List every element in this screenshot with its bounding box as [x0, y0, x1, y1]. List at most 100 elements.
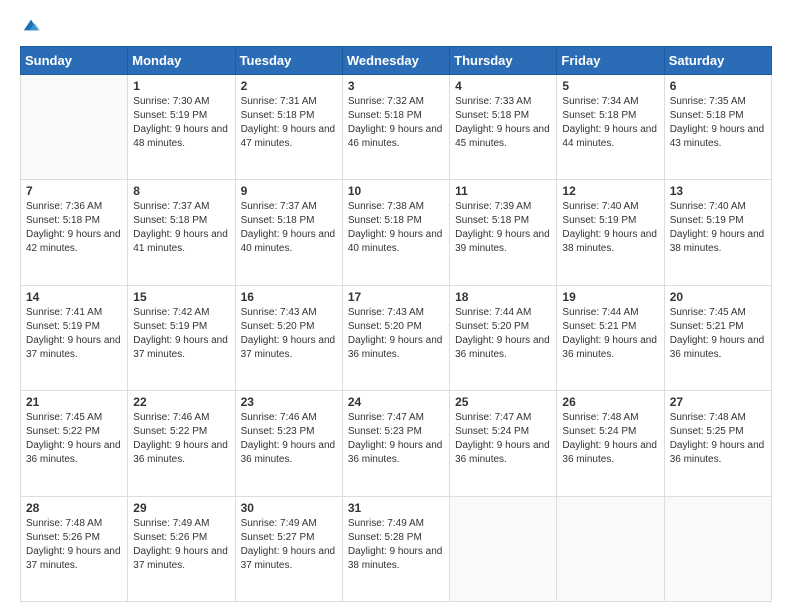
col-tuesday: Tuesday: [235, 47, 342, 75]
day-number: 12: [562, 184, 658, 198]
calendar-day-cell: 31Sunrise: 7:49 AMSunset: 5:28 PMDayligh…: [342, 496, 449, 601]
day-info: Sunrise: 7:36 AMSunset: 5:18 PMDaylight:…: [26, 200, 122, 256]
day-number: 3: [348, 79, 444, 93]
day-info: Sunrise: 7:48 AMSunset: 5:24 PMDaylight:…: [562, 411, 658, 467]
day-info: Sunrise: 7:48 AMSunset: 5:25 PMDaylight:…: [670, 411, 766, 467]
day-info: Sunrise: 7:47 AMSunset: 5:24 PMDaylight:…: [455, 411, 551, 467]
calendar-day-cell: [450, 496, 557, 601]
day-number: 30: [241, 501, 337, 515]
day-info: Sunrise: 7:46 AMSunset: 5:22 PMDaylight:…: [133, 411, 229, 467]
day-info: Sunrise: 7:49 AMSunset: 5:26 PMDaylight:…: [133, 517, 229, 573]
calendar-day-cell: 17Sunrise: 7:43 AMSunset: 5:20 PMDayligh…: [342, 285, 449, 390]
day-number: 20: [670, 290, 766, 304]
day-info: Sunrise: 7:33 AMSunset: 5:18 PMDaylight:…: [455, 95, 551, 151]
calendar-week-row: 28 Sunrise: 7:48 AMSunset: 5:26 PMDayligh…: [21, 496, 772, 601]
calendar-day-cell: [557, 496, 664, 601]
calendar-day-cell: 26 Sunrise: 7:48 AMSunset: 5:24 PMDayligh…: [557, 391, 664, 496]
day-info: Sunrise: 7:31 AMSunset: 5:18 PMDaylight:…: [241, 95, 337, 151]
day-number: 27: [670, 395, 766, 409]
day-info: Sunrise: 7:40 AMSunset: 5:19 PMDaylight:…: [562, 200, 658, 256]
day-number: 29: [133, 501, 229, 515]
day-info: Sunrise: 7:34 AMSunset: 5:18 PMDaylight:…: [562, 95, 658, 151]
calendar-day-cell: 22 Sunrise: 7:46 AMSunset: 5:22 PMDayligh…: [128, 391, 235, 496]
logo: [20, 16, 40, 36]
day-number: 7: [26, 184, 122, 198]
day-info: Sunrise: 7:42 AMSunset: 5:19 PMDaylight:…: [133, 306, 229, 362]
day-number: 17: [348, 290, 444, 304]
calendar-day-cell: 11 Sunrise: 7:39 AMSunset: 5:18 PMDayligh…: [450, 180, 557, 285]
calendar-day-cell: 25 Sunrise: 7:47 AMSunset: 5:24 PMDayligh…: [450, 391, 557, 496]
day-number: 6: [670, 79, 766, 93]
page: Sunday Monday Tuesday Wednesday Thursday…: [0, 0, 792, 612]
day-number: 2: [241, 79, 337, 93]
col-wednesday: Wednesday: [342, 47, 449, 75]
day-info: Sunrise: 7:41 AMSunset: 5:19 PMDaylight:…: [26, 306, 122, 362]
day-info: Sunrise: 7:46 AMSunset: 5:23 PMDaylight:…: [241, 411, 337, 467]
day-info: Sunrise: 7:49 AMSunset: 5:27 PMDaylight:…: [241, 517, 337, 573]
day-info: Sunrise: 7:45 AMSunset: 5:22 PMDaylight:…: [26, 411, 122, 467]
day-number: 1: [133, 79, 229, 93]
calendar-day-cell: 3 Sunrise: 7:32 AMSunset: 5:18 PMDaylight…: [342, 75, 449, 180]
calendar-day-cell: 18 Sunrise: 7:44 AMSunset: 5:20 PMDayligh…: [450, 285, 557, 390]
day-number: 5: [562, 79, 658, 93]
calendar-day-cell: 13Sunrise: 7:40 AMSunset: 5:19 PMDayligh…: [664, 180, 771, 285]
calendar-day-cell: 23 Sunrise: 7:46 AMSunset: 5:23 PMDayligh…: [235, 391, 342, 496]
day-info: Sunrise: 7:39 AMSunset: 5:18 PMDaylight:…: [455, 200, 551, 256]
header: [20, 16, 772, 36]
calendar-week-row: 21 Sunrise: 7:45 AMSunset: 5:22 PMDayligh…: [21, 391, 772, 496]
day-info: Sunrise: 7:30 AMSunset: 5:19 PMDaylight:…: [133, 95, 229, 151]
day-info: Sunrise: 7:44 AMSunset: 5:21 PMDaylight:…: [562, 306, 658, 362]
calendar-day-cell: 16Sunrise: 7:43 AMSunset: 5:20 PMDayligh…: [235, 285, 342, 390]
col-sunday: Sunday: [21, 47, 128, 75]
calendar-day-cell: 29 Sunrise: 7:49 AMSunset: 5:26 PMDayligh…: [128, 496, 235, 601]
day-info: Sunrise: 7:45 AMSunset: 5:21 PMDaylight:…: [670, 306, 766, 362]
calendar-day-cell: 30 Sunrise: 7:49 AMSunset: 5:27 PMDayligh…: [235, 496, 342, 601]
day-number: 4: [455, 79, 551, 93]
day-info: Sunrise: 7:35 AMSunset: 5:18 PMDaylight:…: [670, 95, 766, 151]
calendar-day-cell: 27 Sunrise: 7:48 AMSunset: 5:25 PMDayligh…: [664, 391, 771, 496]
col-monday: Monday: [128, 47, 235, 75]
day-number: 10: [348, 184, 444, 198]
day-info: Sunrise: 7:49 AMSunset: 5:28 PMDaylight:…: [348, 517, 444, 573]
calendar-day-cell: 5 Sunrise: 7:34 AMSunset: 5:18 PMDaylight…: [557, 75, 664, 180]
day-info: Sunrise: 7:32 AMSunset: 5:18 PMDaylight:…: [348, 95, 444, 151]
day-number: 21: [26, 395, 122, 409]
logo-icon: [22, 16, 40, 34]
calendar-day-cell: 7 Sunrise: 7:36 AMSunset: 5:18 PMDaylight…: [21, 180, 128, 285]
calendar-week-row: 14Sunrise: 7:41 AMSunset: 5:19 PMDayligh…: [21, 285, 772, 390]
calendar-week-row: 7 Sunrise: 7:36 AMSunset: 5:18 PMDaylight…: [21, 180, 772, 285]
calendar-day-cell: 12 Sunrise: 7:40 AMSunset: 5:19 PMDayligh…: [557, 180, 664, 285]
calendar-day-cell: 1 Sunrise: 7:30 AMSunset: 5:19 PMDaylight…: [128, 75, 235, 180]
day-number: 19: [562, 290, 658, 304]
day-info: Sunrise: 7:40 AMSunset: 5:19 PMDaylight:…: [670, 200, 766, 256]
day-number: 24: [348, 395, 444, 409]
day-number: 26: [562, 395, 658, 409]
calendar-day-cell: 6 Sunrise: 7:35 AMSunset: 5:18 PMDaylight…: [664, 75, 771, 180]
day-info: Sunrise: 7:38 AMSunset: 5:18 PMDaylight:…: [348, 200, 444, 256]
calendar-day-cell: 2 Sunrise: 7:31 AMSunset: 5:18 PMDaylight…: [235, 75, 342, 180]
day-info: Sunrise: 7:37 AMSunset: 5:18 PMDaylight:…: [133, 200, 229, 256]
col-saturday: Saturday: [664, 47, 771, 75]
col-thursday: Thursday: [450, 47, 557, 75]
calendar-header-row: Sunday Monday Tuesday Wednesday Thursday…: [21, 47, 772, 75]
calendar-day-cell: 20 Sunrise: 7:45 AMSunset: 5:21 PMDayligh…: [664, 285, 771, 390]
day-info: Sunrise: 7:37 AMSunset: 5:18 PMDaylight:…: [241, 200, 337, 256]
calendar-day-cell: 21 Sunrise: 7:45 AMSunset: 5:22 PMDayligh…: [21, 391, 128, 496]
day-number: 11: [455, 184, 551, 198]
day-info: Sunrise: 7:48 AMSunset: 5:26 PMDaylight:…: [26, 517, 122, 573]
col-friday: Friday: [557, 47, 664, 75]
day-number: 22: [133, 395, 229, 409]
calendar-day-cell: 9Sunrise: 7:37 AMSunset: 5:18 PMDaylight…: [235, 180, 342, 285]
day-number: 18: [455, 290, 551, 304]
calendar-day-cell: 28 Sunrise: 7:48 AMSunset: 5:26 PMDayligh…: [21, 496, 128, 601]
day-info: Sunrise: 7:47 AMSunset: 5:23 PMDaylight:…: [348, 411, 444, 467]
calendar-day-cell: 15Sunrise: 7:42 AMSunset: 5:19 PMDayligh…: [128, 285, 235, 390]
day-number: 23: [241, 395, 337, 409]
day-number: 16: [241, 290, 337, 304]
day-number: 25: [455, 395, 551, 409]
day-number: 28: [26, 501, 122, 515]
calendar-day-cell: 24 Sunrise: 7:47 AMSunset: 5:23 PMDayligh…: [342, 391, 449, 496]
calendar-table: Sunday Monday Tuesday Wednesday Thursday…: [20, 46, 772, 602]
day-info: Sunrise: 7:44 AMSunset: 5:20 PMDaylight:…: [455, 306, 551, 362]
calendar-day-cell: 4 Sunrise: 7:33 AMSunset: 5:18 PMDaylight…: [450, 75, 557, 180]
